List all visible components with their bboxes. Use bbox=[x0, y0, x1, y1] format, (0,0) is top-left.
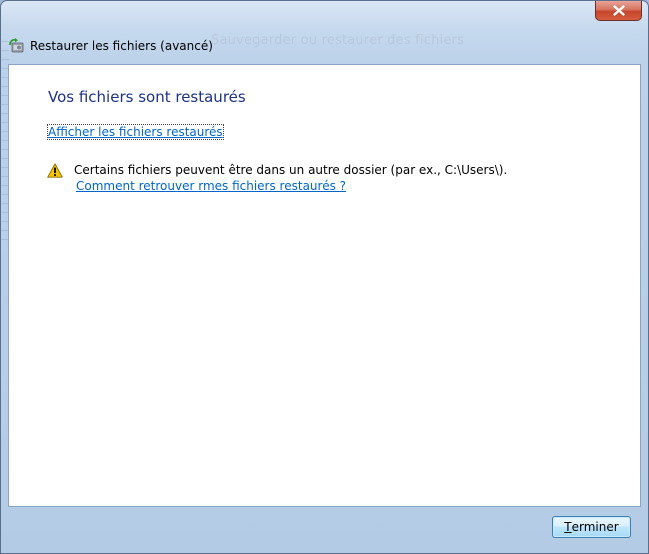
backup-restore-icon bbox=[9, 38, 24, 53]
warning-icon bbox=[47, 163, 63, 178]
restore-files-window: Sauvegarder ou restaurer des fichiers Re… bbox=[0, 0, 649, 554]
background-window-title: Sauvegarder ou restaurer des fichiers bbox=[211, 33, 465, 48]
close-button[interactable] bbox=[595, 1, 642, 21]
finish-button[interactable]: Terminer bbox=[552, 516, 631, 538]
page-heading: Vos fichiers sont restaurés bbox=[48, 88, 246, 106]
find-restored-files-help-link[interactable]: Comment retrouver rmes fichiers restauré… bbox=[76, 179, 346, 193]
finish-button-label: erminer bbox=[571, 520, 619, 534]
show-restored-files-link[interactable]: Afficher les fichiers restaurés bbox=[47, 124, 224, 140]
dialog-title: Restaurer les fichiers (avancé) bbox=[30, 39, 213, 53]
warning-message: Certains fichiers peuvent être dans un a… bbox=[74, 163, 508, 177]
close-icon bbox=[612, 5, 625, 16]
dialog-title-bar: Restaurer les fichiers (avancé) bbox=[9, 37, 213, 55]
content-panel: Vos fichiers sont restaurés Afficher les… bbox=[8, 64, 641, 507]
finish-button-accelerator: T bbox=[564, 520, 572, 534]
